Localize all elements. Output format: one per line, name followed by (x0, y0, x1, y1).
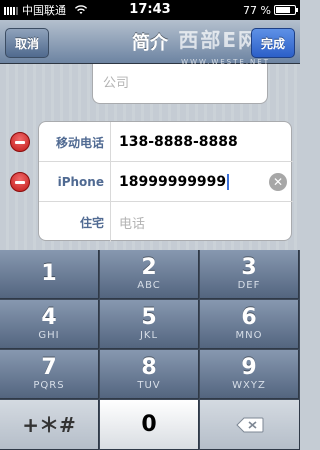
key-7[interactable]: 7 PQRS (0, 350, 99, 399)
key-letters: GHI (38, 330, 60, 341)
backspace-icon (235, 417, 264, 433)
watermark-logo: 西部E网 (178, 28, 260, 52)
key-0[interactable]: 0 (100, 400, 199, 450)
status-right: 77 % (243, 0, 298, 20)
key-digit: 2 (141, 255, 157, 280)
key-letters: DEF (237, 280, 261, 291)
key-letters: PQRS (33, 380, 65, 391)
key-2[interactable]: 2 ABC (100, 250, 199, 299)
key-digit: 9 (241, 355, 257, 380)
numeric-keypad: 1 2 ABC 3 DEF 4 GHI 5 JKL 6 MNO 7 PQRS 8… (0, 250, 300, 450)
clear-icon[interactable]: ✕ (269, 173, 287, 191)
battery-percent: 77 % (243, 3, 271, 17)
phone-value-mobile[interactable]: 138-8888-8888 (119, 122, 238, 162)
key-9[interactable]: 9 WXYZ (200, 350, 299, 399)
phone-row-iphone[interactable]: iPhone 18999999999 ✕ (39, 162, 293, 202)
key-digit: 3 (241, 255, 257, 280)
text-cursor (227, 174, 230, 190)
key-letters: WXYZ (232, 380, 266, 391)
key-5[interactable]: 5 JKL (100, 300, 199, 349)
key-4[interactable]: 4 GHI (0, 300, 99, 349)
company-placeholder: 公司 (103, 76, 130, 91)
phone-row-home[interactable]: 住宅 电话 (39, 202, 293, 242)
key-symbols[interactable]: +＊# (0, 400, 99, 450)
delete-iphone-minus-circle-icon[interactable] (10, 172, 30, 192)
key-letters: ABC (137, 280, 161, 291)
navigation-bar: 简介 西部E网 WWW.WESTE.NET 取消 完成 (0, 20, 300, 66)
key-digit: 7 (41, 355, 57, 380)
edit-form: 公司 移动电话 138-8888-8888 iPhone 18999999999… (0, 64, 300, 250)
phone-placeholder-home[interactable]: 电话 (119, 202, 145, 242)
phone-input-iphone[interactable]: 18999999999 (119, 162, 230, 202)
key-digit: 0 (141, 411, 157, 437)
key-digit: +＊# (22, 412, 76, 437)
key-digit: 8 (141, 355, 157, 380)
key-1[interactable]: 1 (0, 250, 99, 299)
key-letters: TUV (137, 380, 161, 391)
phone-label-iphone[interactable]: iPhone (39, 162, 111, 202)
key-6[interactable]: 6 MNO (200, 300, 299, 349)
key-letters: MNO (235, 330, 263, 341)
backspace-button[interactable] (200, 400, 300, 450)
key-digit: 6 (241, 305, 257, 330)
key-3[interactable]: 3 DEF (200, 250, 299, 299)
delete-mobile-minus-circle-icon[interactable] (10, 132, 30, 152)
phone-label-mobile[interactable]: 移动电话 (39, 122, 111, 162)
status-bar: 中国联通 17:43 77 % (0, 0, 300, 20)
cancel-button[interactable]: 取消 (5, 28, 49, 58)
key-letters: JKL (139, 330, 159, 341)
company-field[interactable]: 公司 (92, 64, 268, 104)
phone-value-iphone: 18999999999 (119, 174, 227, 190)
key-digit: 5 (141, 305, 157, 330)
battery-icon (274, 5, 298, 15)
phone-label-home[interactable]: 住宅 (39, 202, 111, 242)
key-digit: 1 (41, 261, 57, 286)
key-8[interactable]: 8 TUV (100, 350, 199, 399)
phone-row-mobile[interactable]: 移动电话 138-8888-8888 (39, 122, 293, 162)
key-digit: 4 (41, 305, 57, 330)
done-button[interactable]: 完成 (251, 28, 295, 58)
phone-section: 移动电话 138-8888-8888 iPhone 18999999999 ✕ … (38, 121, 293, 242)
